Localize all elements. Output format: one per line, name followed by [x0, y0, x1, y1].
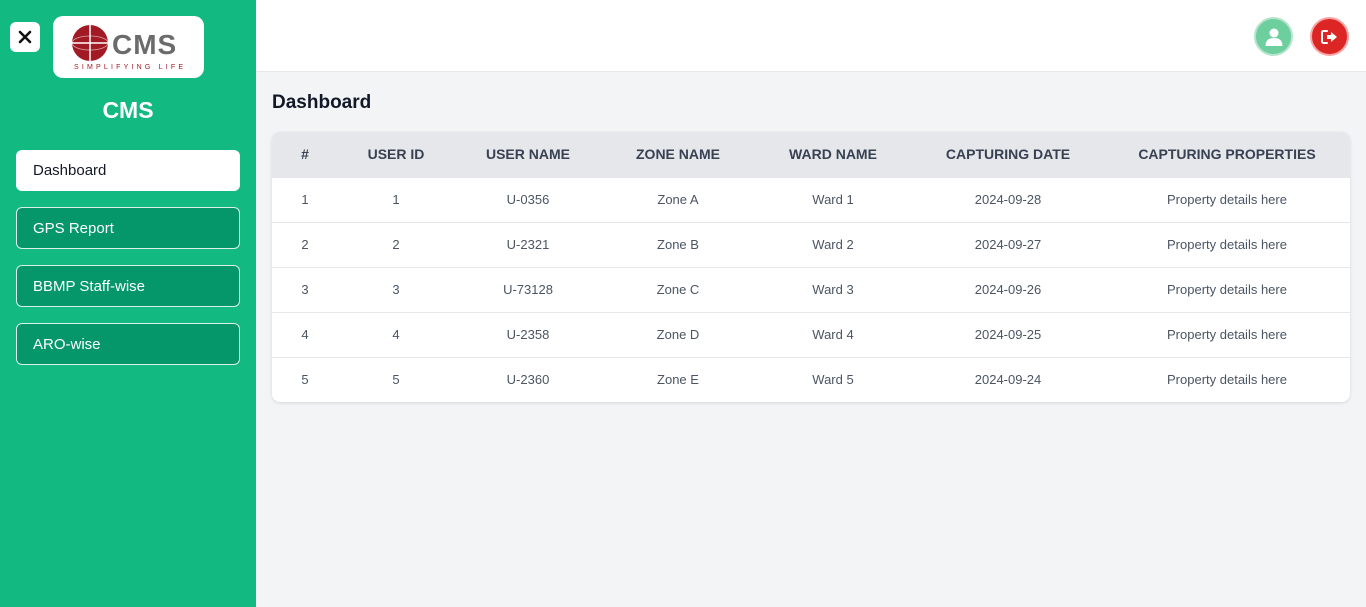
logout-icon	[1320, 29, 1337, 44]
table-cell: U-2321	[506, 237, 550, 252]
sidebar: CMS SIMPLIFYING LIFE CMS Dashboard GPS R…	[0, 0, 256, 607]
table-cell: U-73128	[503, 282, 553, 297]
table-row: 5 5 U-2360 Zone E Ward 5 2024-09-24 Prop…	[272, 357, 1350, 402]
table-cell: Property details here	[1167, 237, 1287, 252]
table-cell: Zone E	[657, 372, 699, 388]
sidebar-item-dashboard[interactable]: Dashboard	[16, 150, 240, 191]
table-cell: 2024-09-24	[974, 372, 1042, 388]
column-header: WARD NAME	[789, 146, 877, 163]
table-row: 3 3 U-73128 Zone C Ward 3 2024-09-26 Pro…	[272, 267, 1350, 312]
table-cell: Ward 1	[812, 192, 854, 207]
logo-text: CMS	[112, 29, 177, 60]
column-header: #	[301, 146, 309, 163]
logo-tagline: SIMPLIFYING LIFE	[74, 64, 186, 71]
table-row: 2 2 U-2321 Zone B Ward 2 2024-09-27 Prop…	[272, 222, 1350, 267]
column-header: ZONE NAME	[636, 146, 720, 163]
table-cell: 2024-09-26	[974, 282, 1042, 297]
table-cell: 4	[392, 327, 400, 342]
table-cell: Ward 3	[812, 282, 854, 297]
table-cell: Ward 4	[812, 327, 854, 342]
table-cell: U-2358	[506, 327, 550, 342]
table-cell: 1	[301, 192, 309, 207]
table-cell: 5	[392, 372, 400, 388]
table-cell: Property details here	[1167, 282, 1287, 297]
page-title: Dashboard	[272, 92, 372, 113]
table-cell: 3	[392, 282, 400, 297]
table-cell: 2024-09-25	[974, 327, 1042, 342]
table-cell: 1	[392, 192, 400, 207]
table-cell: 2024-09-28	[974, 192, 1042, 207]
brand-title: CMS	[102, 97, 154, 123]
table-cell: 2024-09-27	[974, 237, 1042, 252]
table-cell: Property details here	[1167, 372, 1287, 388]
sidebar-item-bbmp-staff-wise[interactable]: BBMP Staff-wise	[16, 265, 240, 307]
table-cell: Zone D	[656, 327, 700, 342]
table-cell: U-2360	[506, 372, 550, 388]
table-row: 1 1 U-0356 Zone A Ward 1 2024-09-28 Prop…	[272, 177, 1350, 222]
sidebar-item-gps-report[interactable]: GPS Report	[16, 207, 240, 249]
table-cell: Zone B	[657, 237, 699, 252]
table-cell: 3	[301, 282, 309, 297]
column-header: CAPTURING DATE	[945, 146, 1071, 163]
logout-button[interactable]	[1310, 17, 1349, 56]
data-table: # USER ID USER NAME ZONE NAME WARD NAME …	[272, 132, 1350, 402]
table-cell: Property details here	[1167, 192, 1287, 207]
table-header-row: # USER ID USER NAME ZONE NAME WARD NAME …	[272, 132, 1350, 177]
sidebar-nav: Dashboard GPS Report BBMP Staff-wise ARO…	[16, 150, 240, 381]
table-cell: Zone C	[656, 282, 700, 297]
top-header	[256, 0, 1366, 72]
table-cell: 2	[301, 237, 309, 252]
data-table-card: # USER ID USER NAME ZONE NAME WARD NAME …	[272, 132, 1350, 402]
sidebar-item-aro-wise[interactable]: ARO-wise	[16, 323, 240, 365]
close-sidebar-button[interactable]	[10, 22, 40, 52]
user-icon	[1265, 28, 1282, 46]
column-header: CAPTURING PROPERTIES	[1138, 146, 1316, 163]
column-header: USER NAME	[485, 146, 570, 163]
logo: CMS SIMPLIFYING LIFE	[53, 16, 204, 78]
table-cell: Zone A	[657, 192, 699, 207]
column-header: USER ID	[367, 146, 425, 163]
table-row: 4 4 U-2358 Zone D Ward 4 2024-09-25 Prop…	[272, 312, 1350, 357]
table-cell: 4	[301, 327, 309, 342]
table-cell: 5	[301, 372, 309, 388]
table-cell: Ward 5	[812, 372, 854, 388]
close-icon	[18, 30, 32, 44]
table-cell: Ward 2	[812, 237, 854, 252]
table-cell: Property details here	[1167, 327, 1287, 342]
table-cell: U-0356	[506, 192, 550, 207]
table-cell: 2	[392, 237, 400, 252]
profile-button[interactable]	[1254, 17, 1293, 56]
